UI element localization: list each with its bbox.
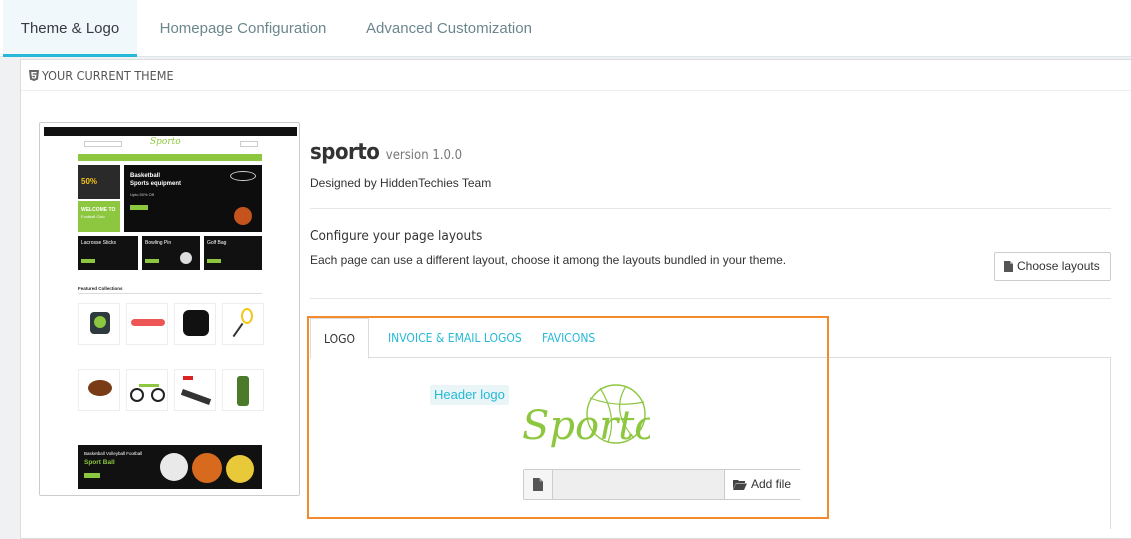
- file-icon: [1004, 261, 1013, 272]
- top-tab-bar: Theme & Logo Homepage Configuration Adva…: [0, 0, 1131, 57]
- preview-main-banner: Basketball Sports equipment Upto 50% Off: [124, 165, 262, 232]
- panel-heading-text: YOUR CURRENT THEME: [42, 68, 174, 83]
- preview-welcome: WELCOME TO Football Club: [78, 201, 120, 232]
- choose-layouts-button[interactable]: Choose layouts: [994, 252, 1111, 281]
- preview-cart: [240, 141, 258, 147]
- preview-product: [174, 303, 216, 345]
- layouts-title: Configure your page layouts: [310, 228, 483, 244]
- tab-advanced-customization[interactable]: Advanced Customization: [355, 0, 543, 57]
- theme-version: version 1.0.0: [385, 148, 463, 163]
- html5-icon: [29, 70, 39, 81]
- logo-section-highlight: [307, 316, 829, 519]
- theme-designer: Designed by HiddenTechies Team: [310, 176, 492, 190]
- theme-preview-image: Sporto 50% WELCOME TO Football Club Bask…: [39, 122, 300, 496]
- preview-promo-50: 50%: [78, 165, 120, 199]
- preview-tile-lacrosse: Lacrosse Sticks: [78, 236, 138, 270]
- divider: [310, 298, 1111, 299]
- logo-panel-border: [1110, 358, 1111, 529]
- tab-theme-logo[interactable]: Theme & Logo: [3, 0, 137, 57]
- preview-product: [126, 369, 168, 411]
- preview-brand: Sporto: [150, 137, 181, 147]
- preview-product: [78, 303, 120, 345]
- preview-footer-banner: Basketball Volleyball Football Sport Bal…: [78, 445, 262, 489]
- preview-product: [174, 369, 216, 411]
- preview-topbar: [44, 127, 297, 136]
- layouts-description: Each page can use a different layout, ch…: [310, 253, 787, 267]
- divider: [310, 208, 1111, 209]
- preview-tile-golf: Golf Bag: [204, 236, 262, 270]
- tab-homepage-configuration[interactable]: Homepage Configuration: [147, 0, 339, 57]
- preview-product: [78, 369, 120, 411]
- preview-tile-bowling: Bowling Pin: [142, 236, 200, 270]
- preview-product: [222, 303, 264, 345]
- preview-product: [126, 303, 168, 345]
- preview-product: [222, 369, 264, 411]
- preview-menu-bar: [78, 154, 262, 161]
- panel-heading: YOUR CURRENT THEME: [21, 60, 1131, 91]
- theme-name: sporto version 1.0.0: [310, 140, 463, 165]
- preview-featured-title: Featured Collections: [78, 286, 123, 291]
- preview-search: [84, 141, 122, 147]
